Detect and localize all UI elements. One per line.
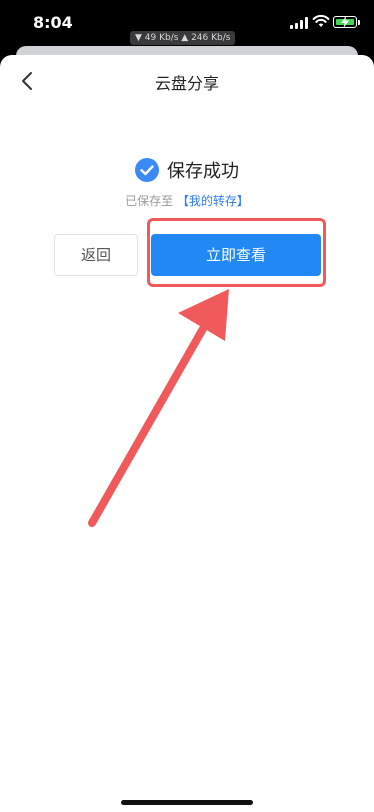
- share-sheet: 云盘分享 保存成功 已保存至 【我的转存】 返回 立即查看: [0, 55, 374, 812]
- cellular-signal-icon: [290, 17, 310, 29]
- screen: 8:04 ▼ 49 Kb/s ▲ 246 Kb/s 云盘分享 保存成功 已保存至…: [0, 0, 374, 812]
- success-row: 保存成功: [0, 157, 374, 185]
- wifi-icon: [312, 14, 330, 27]
- success-title: 保存成功: [167, 161, 239, 182]
- nav-bar: 云盘分享: [0, 55, 374, 107]
- saved-location: 已保存至 【我的转存】: [0, 192, 374, 209]
- saved-prefix: 已保存至: [125, 194, 174, 208]
- status-time: 8:04: [33, 13, 73, 32]
- home-indicator: [121, 800, 253, 805]
- return-button[interactable]: 返回: [54, 234, 138, 276]
- status-bar: 8:04 ▼ 49 Kb/s ▲ 246 Kb/s: [0, 0, 374, 46]
- annotation-highlight-box: [147, 218, 326, 287]
- check-circle-icon: [135, 158, 159, 182]
- charging-bolt-icon: [341, 16, 349, 28]
- my-transfers-link[interactable]: 【我的转存】: [177, 194, 249, 208]
- page-title: 云盘分享: [154, 74, 219, 93]
- battery-cap: [358, 20, 360, 25]
- network-speed: ▼ 49 Kb/s ▲ 246 Kb/s: [130, 31, 236, 45]
